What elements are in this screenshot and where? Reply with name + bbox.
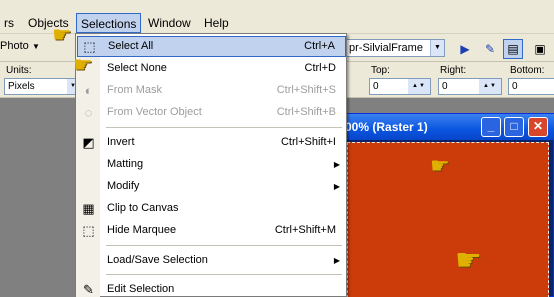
menu-item-modify[interactable]: Modify ▶ <box>77 176 346 197</box>
menu-item-clip-to-canvas[interactable]: ▦ Clip to Canvas <box>77 198 346 219</box>
submenu-arrow-icon: ▶ <box>333 256 340 265</box>
maximize-icon[interactable]: □ <box>504 117 524 137</box>
menu-item-from-vector-object[interactable]: ◌ From Vector Object Ctrl+Shift+B <box>77 102 346 123</box>
right-spinner[interactable]: 0 ▲▼ <box>438 78 502 95</box>
menu-item-shortcut: Ctrl+D <box>304 62 336 74</box>
toolbar-extra-icon[interactable]: ▣ <box>530 39 550 59</box>
menu-bar: rs Objects Selections Window Help <box>0 0 554 34</box>
menu-help-label: Help <box>204 16 229 30</box>
right-label: Right: <box>440 65 467 76</box>
close-icon[interactable]: ✕ <box>528 117 548 137</box>
units-label: Units: <box>6 65 32 76</box>
pointer-hand-icon: ☛ <box>73 52 93 77</box>
save-preset-icon[interactable]: ▤ <box>503 39 523 59</box>
menu-item-select-none[interactable]: Select None Ctrl+D <box>77 58 346 79</box>
from-mask-icon: ◐ <box>84 83 93 98</box>
menu-item-shortcut: Ctrl+A <box>304 40 335 52</box>
menu-item-matting[interactable]: Matting ▶ <box>77 154 346 175</box>
bottom-label: Bottom: <box>510 65 545 76</box>
menu-item-hide-marquee[interactable]: ⬚ Hide Marquee Ctrl+Shift+M <box>77 220 346 241</box>
menu-item-shortcut: Ctrl+Shift+S <box>276 84 336 96</box>
spinner-arrows-icon[interactable]: ▲▼ <box>408 79 430 94</box>
from-vector-icon: ◌ <box>84 105 93 120</box>
top-value: 0 <box>373 81 379 92</box>
menu-item-label: Load/Save Selection <box>107 254 208 266</box>
menu-layers-label: rs <box>4 16 14 30</box>
top-spinner[interactable]: 0 ▲▼ <box>369 78 431 95</box>
menu-item-select-all[interactable]: ⬚ Select All Ctrl+A <box>77 36 346 57</box>
spinner-arrows-icon[interactable]: ▲▼ <box>479 79 501 94</box>
preset-select[interactable]: pr-SilvialFrame ▼ <box>345 39 445 57</box>
menu-layers[interactable]: rs <box>0 13 18 33</box>
selections-menu: ⬚ Select All Ctrl+A Select None Ctrl+D ◐… <box>75 33 347 297</box>
bottom-value: 0 <box>512 81 518 92</box>
menu-item-label: Select None <box>107 62 167 74</box>
preset-select-value: pr-SilvialFrame <box>349 42 423 54</box>
pointer-hand-icon: ☛ <box>52 22 72 47</box>
menu-selections[interactable]: Selections <box>76 13 142 33</box>
hide-marquee-icon: ⬚ <box>82 223 95 238</box>
menu-item-label: Modify <box>107 180 140 192</box>
top-label: Top: <box>371 65 390 76</box>
menu-item-shortcut: Ctrl+Shift+B <box>276 106 336 118</box>
menu-item-label: Invert <box>107 136 135 148</box>
menu-item-label: From Mask <box>107 84 162 96</box>
menu-selections-label: Selections <box>81 17 137 31</box>
edit-selection-icon: ✎ <box>83 282 94 297</box>
menu-item-label: Clip to Canvas <box>107 202 179 214</box>
units-select-value: Pixels <box>8 81 35 92</box>
menu-item-label: From Vector Object <box>107 106 202 118</box>
submenu-arrow-icon: ▶ <box>333 182 340 191</box>
menu-window[interactable]: Window <box>144 13 195 33</box>
menu-item-load-save-selection[interactable]: Load/Save Selection ▶ <box>77 250 346 271</box>
invert-icon: ◩ <box>82 135 95 150</box>
bottom-spinner[interactable]: 0 <box>508 78 554 95</box>
pointer-hand-icon: ☛ <box>455 244 482 277</box>
menu-separator <box>106 127 342 128</box>
script-icon[interactable]: ✎ <box>480 39 500 59</box>
play-icon[interactable]: ▶ <box>455 39 475 59</box>
units-select[interactable]: Pixels ▼ <box>4 78 80 95</box>
menu-separator <box>106 274 342 275</box>
tool-photo-label[interactable]: Photo <box>0 40 29 52</box>
menu-item-edit-selection[interactable]: ✎ Edit Selection <box>77 279 346 297</box>
pointer-hand-icon: ☛ <box>430 153 450 178</box>
menu-item-label: Hide Marquee <box>107 224 177 236</box>
menu-item-shortcut: Ctrl+Shift+M <box>274 224 336 236</box>
submenu-arrow-icon: ▶ <box>333 160 340 169</box>
clip-canvas-icon: ▦ <box>82 201 95 216</box>
document-title: 00% (Raster 1) <box>345 120 428 134</box>
menu-item-label: Matting <box>107 158 144 170</box>
menu-item-shortcut: Ctrl+Shift+I <box>280 136 336 148</box>
right-value: 0 <box>442 81 448 92</box>
chevron-down-icon[interactable]: ▼ <box>32 42 40 51</box>
menu-item-label: Edit Selection <box>107 283 175 295</box>
menu-item-from-mask[interactable]: ◐ From Mask Ctrl+Shift+S <box>77 80 346 101</box>
chevron-down-icon[interactable]: ▼ <box>430 40 444 56</box>
menu-help[interactable]: Help <box>200 13 233 33</box>
menu-window-label: Window <box>148 16 191 30</box>
menu-item-label: Select All <box>108 40 154 52</box>
document-window: 00% (Raster 1) _ □ ✕ <box>340 113 554 297</box>
menu-item-invert[interactable]: ◩ Invert Ctrl+Shift+I <box>77 132 346 153</box>
minimize-icon[interactable]: _ <box>481 117 501 137</box>
menu-separator <box>106 245 342 246</box>
document-title-bar[interactable]: 00% (Raster 1) _ □ ✕ <box>341 114 554 140</box>
